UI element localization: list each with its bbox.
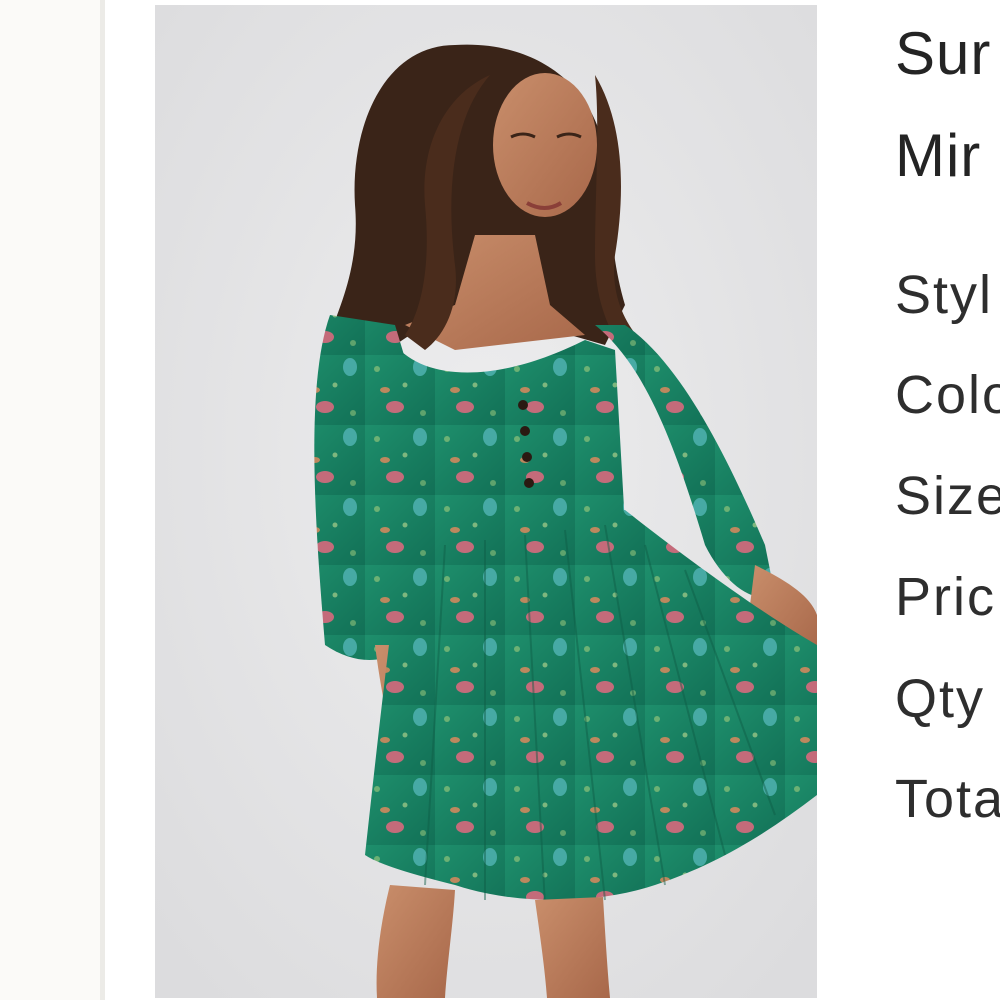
- size-label: Size: [895, 466, 1000, 526]
- product-image[interactable]: [155, 5, 817, 998]
- color-label: Colo: [895, 365, 1000, 425]
- product-title-line-2[interactable]: Mir: [895, 122, 981, 190]
- price-label: Pric: [895, 567, 996, 627]
- product-title-line-1[interactable]: Sur: [895, 20, 991, 88]
- order-item-view: Sur Mir Styl Colo Size Pric Qty Tota: [0, 0, 1000, 1000]
- product-photo-illustration: [155, 5, 817, 998]
- divider: [100, 0, 105, 1000]
- left-rail: [0, 0, 100, 1000]
- style-label: Styl: [895, 265, 994, 325]
- total-label: Tota: [895, 769, 1000, 829]
- product-details: Sur Mir Styl Colo Size Pric Qty Tota: [895, 0, 1000, 1000]
- quantity-label: Qty: [895, 669, 986, 729]
